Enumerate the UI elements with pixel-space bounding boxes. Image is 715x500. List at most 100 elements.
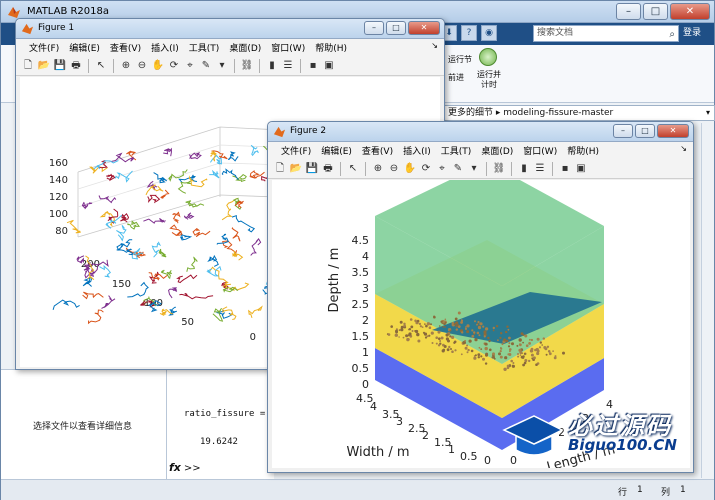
fig2-menu-window[interactable]: 窗口(W) bbox=[518, 144, 562, 157]
fig1-pointer-icon[interactable]: ↖ bbox=[94, 59, 108, 73]
current-folder-address-bar[interactable]: 更多的细节 ▸ modeling-fissure-master ▾ bbox=[443, 105, 715, 121]
fig1-dock-icon[interactable]: ↘ bbox=[431, 41, 438, 50]
figure1-titlebar[interactable]: Figure 1 – □ ✕ bbox=[16, 19, 444, 39]
login-button[interactable]: 登录 bbox=[683, 25, 701, 42]
fig1-print-icon[interactable]: 🖶 bbox=[69, 59, 83, 73]
fig1-menu-file[interactable]: 文件(F) bbox=[24, 41, 64, 54]
fig2-colorbar-icon[interactable]: ▮ bbox=[517, 162, 531, 176]
address-dropdown-icon[interactable]: ▾ bbox=[706, 106, 710, 120]
fig2-pan-icon[interactable]: ✋ bbox=[403, 162, 417, 176]
fissure-point bbox=[387, 333, 391, 336]
doc-search-input[interactable]: 搜索文档 ⌕ bbox=[533, 25, 679, 42]
fig1-hide-tools-icon[interactable]: ▪ bbox=[306, 59, 320, 73]
fig1-menu-view[interactable]: 查看(V) bbox=[105, 41, 146, 54]
fig2-zoom-out-icon[interactable]: ⊖ bbox=[387, 162, 401, 176]
main-close-button[interactable]: ✕ bbox=[670, 3, 710, 20]
fissure-point bbox=[444, 326, 446, 328]
run-section-button[interactable]: 运行节 bbox=[448, 55, 472, 65]
qa-community-icon[interactable]: ◉ bbox=[481, 25, 497, 41]
fig1-colorbar-icon[interactable]: ▮ bbox=[265, 59, 279, 73]
figure2-minimize-button[interactable]: – bbox=[613, 124, 633, 138]
fig1-menu-edit[interactable]: 编辑(E) bbox=[64, 41, 105, 54]
qa-help-icon[interactable]: ? bbox=[461, 25, 477, 41]
address-folder[interactable]: modeling-fissure-master bbox=[503, 108, 613, 118]
fig1-show-tools-icon[interactable]: ▣ bbox=[322, 59, 336, 73]
fissure-point bbox=[487, 336, 490, 340]
fig2-menu-tools[interactable]: 工具(T) bbox=[436, 144, 477, 157]
fig1-link-icon[interactable]: ⛓ bbox=[240, 59, 254, 73]
fissure-point bbox=[441, 349, 445, 353]
fissure-trace bbox=[82, 291, 104, 300]
fig2-menu-view[interactable]: 查看(V) bbox=[357, 144, 398, 157]
fissure-point bbox=[451, 350, 454, 353]
figure2-close-button[interactable]: ✕ bbox=[657, 124, 689, 138]
fig1-menu-tools[interactable]: 工具(T) bbox=[184, 41, 225, 54]
fig1-menu-window[interactable]: 窗口(W) bbox=[266, 41, 310, 54]
fissure-trace bbox=[179, 231, 193, 241]
fissure-point bbox=[466, 324, 470, 328]
fig2-menu-file[interactable]: 文件(F) bbox=[276, 144, 316, 157]
fig1-pan-icon[interactable]: ✋ bbox=[151, 59, 165, 73]
fig1-menu-insert[interactable]: 插入(I) bbox=[146, 41, 184, 54]
fig1-legend-icon[interactable]: ☰ bbox=[281, 59, 295, 73]
status-bar: 行 1 列 1 bbox=[1, 479, 714, 500]
fig2-pointer-icon[interactable]: ↖ bbox=[346, 162, 360, 176]
fig2-hide-tools-icon[interactable]: ▪ bbox=[558, 162, 572, 176]
fig2-menu-help[interactable]: 帮助(H) bbox=[562, 144, 604, 157]
fig2-show-tools-icon[interactable]: ▣ bbox=[574, 162, 588, 176]
fig2-brush-dropdown-icon[interactable]: ▾ bbox=[467, 162, 481, 176]
fig2-dock-icon[interactable]: ↘ bbox=[680, 144, 687, 153]
fissure-point bbox=[453, 340, 457, 344]
fig1-menu-help[interactable]: 帮助(H) bbox=[310, 41, 352, 54]
fig1-new-icon[interactable]: 🗋 bbox=[21, 59, 35, 73]
fig1-zoom-out-icon[interactable]: ⊖ bbox=[135, 59, 149, 73]
fissure-point bbox=[476, 323, 478, 326]
fissure-point bbox=[501, 343, 504, 346]
figure1-maximize-button[interactable]: □ bbox=[386, 21, 406, 35]
fig2-menu-insert[interactable]: 插入(I) bbox=[398, 144, 436, 157]
figure1-close-button[interactable]: ✕ bbox=[408, 21, 440, 35]
fig2-legend-icon[interactable]: ☰ bbox=[533, 162, 547, 176]
main-minimize-button[interactable]: – bbox=[616, 3, 641, 20]
fissure-point bbox=[498, 352, 501, 356]
fig1-menu-desktop[interactable]: 桌面(D) bbox=[224, 41, 266, 54]
advance-button[interactable]: 前进 bbox=[448, 73, 464, 83]
fissure-point bbox=[485, 327, 489, 331]
fig2-brush-icon[interactable]: ✎ bbox=[451, 162, 465, 176]
fig1-save-icon[interactable]: 💾 bbox=[53, 59, 67, 73]
fig2-open-icon[interactable]: 📂 bbox=[289, 162, 303, 176]
fig2-menu-edit[interactable]: 编辑(E) bbox=[316, 144, 357, 157]
fissure-point bbox=[435, 342, 438, 345]
fissure-point bbox=[414, 319, 417, 323]
fig2-new-icon[interactable]: 🗋 bbox=[273, 162, 287, 176]
fig2-zoom-in-icon[interactable]: ⊕ bbox=[371, 162, 385, 176]
search-icon[interactable]: ⌕ bbox=[669, 27, 675, 42]
fig2-rotate-icon[interactable]: ⟳ bbox=[419, 162, 433, 176]
right-scrollbar[interactable] bbox=[701, 123, 714, 478]
fig2-save-icon[interactable]: 💾 bbox=[305, 162, 319, 176]
fig2-menu-desktop[interactable]: 桌面(D) bbox=[476, 144, 518, 157]
main-maximize-button[interactable]: □ bbox=[643, 3, 668, 20]
fig2-link-icon[interactable]: ⛓ bbox=[492, 162, 506, 176]
fig1-rotate-icon[interactable]: ⟳ bbox=[167, 59, 181, 73]
command-prompt[interactable]: fx >> bbox=[169, 461, 201, 474]
run-and-time-icon[interactable] bbox=[479, 48, 497, 66]
fig1-brush-icon[interactable]: ✎ bbox=[199, 59, 213, 73]
fig1-open-icon[interactable]: 📂 bbox=[37, 59, 51, 73]
fig1-zoom-in-icon[interactable]: ⊕ bbox=[119, 59, 133, 73]
fig2-print-icon[interactable]: 🖶 bbox=[321, 162, 335, 176]
status-row-value: 1 bbox=[637, 485, 643, 495]
fissure-point bbox=[499, 336, 502, 339]
fig1-datacursor-icon[interactable]: ⌖ bbox=[183, 59, 197, 73]
figure2-maximize-button[interactable]: □ bbox=[635, 124, 655, 138]
fissure-point bbox=[484, 346, 488, 351]
fissure-point bbox=[445, 337, 449, 341]
fig2-datacursor-icon[interactable]: ⌖ bbox=[435, 162, 449, 176]
figure2-titlebar[interactable]: Figure 2 – □ ✕ bbox=[268, 122, 693, 142]
fissure-point bbox=[500, 332, 503, 335]
fig1-y-tick: 50 bbox=[181, 317, 194, 328]
fig1-brush-dropdown-icon[interactable]: ▾ bbox=[215, 59, 229, 73]
run-and-time-button[interactable]: 运行并 计时 bbox=[474, 70, 504, 90]
fissure-point bbox=[493, 357, 496, 360]
figure1-minimize-button[interactable]: – bbox=[364, 21, 384, 35]
